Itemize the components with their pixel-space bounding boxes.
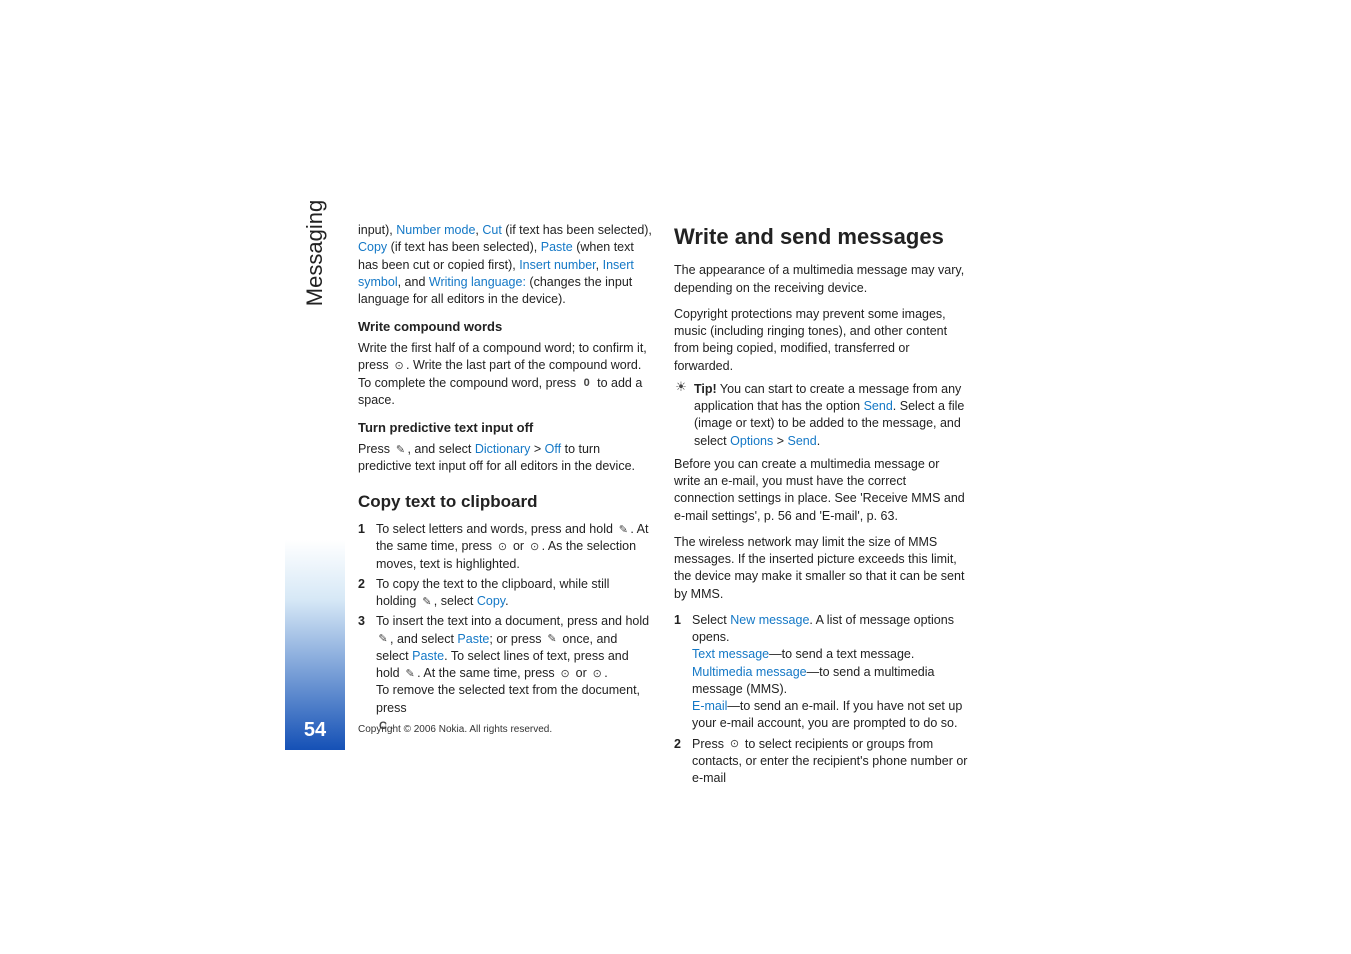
link-off: Off (545, 442, 561, 456)
step-text: To insert the text into a document, pres… (376, 613, 652, 734)
link-cut: Cut (482, 223, 501, 237)
scroll-right-icon (392, 360, 406, 372)
predictive-paragraph: Press , and select Dictionary > Off to t… (358, 441, 652, 476)
link-send: Send (787, 434, 816, 448)
tip-text: Tip! You can start to create a message f… (694, 381, 968, 450)
step-number: 2 (674, 736, 692, 788)
paragraph: The appearance of a multimedia message m… (674, 262, 968, 297)
step-number: 3 (358, 613, 376, 734)
scroll-left-icon (528, 541, 542, 553)
step-text: Select New message. A list of message op… (692, 612, 968, 733)
step-number: 1 (358, 521, 376, 573)
paragraph: Copyright protections may prevent some i… (674, 306, 968, 375)
link-email: E-mail (692, 699, 727, 713)
left-column: input), Number mode, Cut (if text has be… (358, 222, 652, 790)
step-text: To select letters and words, press and h… (376, 521, 652, 573)
section-label: Messaging (302, 200, 328, 306)
link-paste: Paste (541, 240, 573, 254)
intro-paragraph: input), Number mode, Cut (if text has be… (358, 222, 652, 308)
compound-paragraph: Write the first half of a compound word;… (358, 340, 652, 409)
heading-predictive-off: Turn predictive text input off (358, 419, 652, 437)
link-dictionary: Dictionary (475, 442, 531, 456)
list-item: 2 Press to select recipients or groups f… (674, 736, 968, 788)
page-number: 54 (304, 719, 326, 742)
tip-icon (674, 381, 688, 393)
right-column: Write and send messages The appearance o… (674, 222, 968, 790)
link-send: Send (864, 399, 893, 413)
pencil-icon (393, 444, 407, 456)
step-text: Press to select recipients or groups fro… (692, 736, 968, 788)
pencil-icon (420, 596, 434, 608)
link-new-message: New message (730, 613, 809, 627)
scroll-key-icon (727, 738, 741, 750)
copyright: Copyright © 2006 Nokia. All rights reser… (358, 724, 552, 735)
list-item: 2 To copy the text to the clipboard, whi… (358, 576, 652, 611)
link-insert-number: Insert number (519, 258, 595, 272)
link-paste: Paste (412, 649, 444, 663)
step-text: To copy the text to the clipboard, while… (376, 576, 652, 611)
link-text-message: Text message (692, 647, 769, 661)
step-number: 2 (358, 576, 376, 611)
link-paste: Paste (457, 632, 489, 646)
list-item: 1 Select New message. A list of message … (674, 612, 968, 733)
list-item: 3 To insert the text into a document, pr… (358, 613, 652, 734)
tip-block: Tip! You can start to create a message f… (674, 381, 968, 450)
heading-compound-words: Write compound words (358, 318, 652, 336)
pencil-icon (616, 524, 630, 536)
paragraph: The wireless network may limit the size … (674, 534, 968, 603)
scroll-right-icon (496, 541, 510, 553)
pencil-icon (545, 633, 559, 645)
link-options: Options (730, 434, 773, 448)
sidebar: Messaging 54 (285, 150, 345, 750)
list-item: 1 To select letters and words, press and… (358, 521, 652, 573)
link-writing-language: Writing language: (429, 275, 526, 289)
link-copy: Copy (477, 594, 505, 608)
paragraph: Before you can create a multimedia messa… (674, 456, 968, 525)
link-copy: Copy (358, 240, 387, 254)
clipboard-list: 1 To select letters and words, press and… (358, 521, 652, 734)
pencil-icon (376, 633, 390, 645)
pencil-icon (403, 668, 417, 680)
zero-key-icon (580, 377, 594, 389)
scroll-down-icon (590, 668, 604, 680)
send-steps-list: 1 Select New message. A list of message … (674, 612, 968, 788)
link-multimedia-message: Multimedia message (692, 665, 807, 679)
heading-copy-clipboard: Copy text to clipboard (358, 490, 652, 513)
content-area: input), Number mode, Cut (if text has be… (358, 222, 968, 790)
scroll-up-icon (558, 668, 572, 680)
heading-write-send: Write and send messages (674, 222, 968, 252)
step-number: 1 (674, 612, 692, 733)
link-number-mode: Number mode (396, 223, 475, 237)
